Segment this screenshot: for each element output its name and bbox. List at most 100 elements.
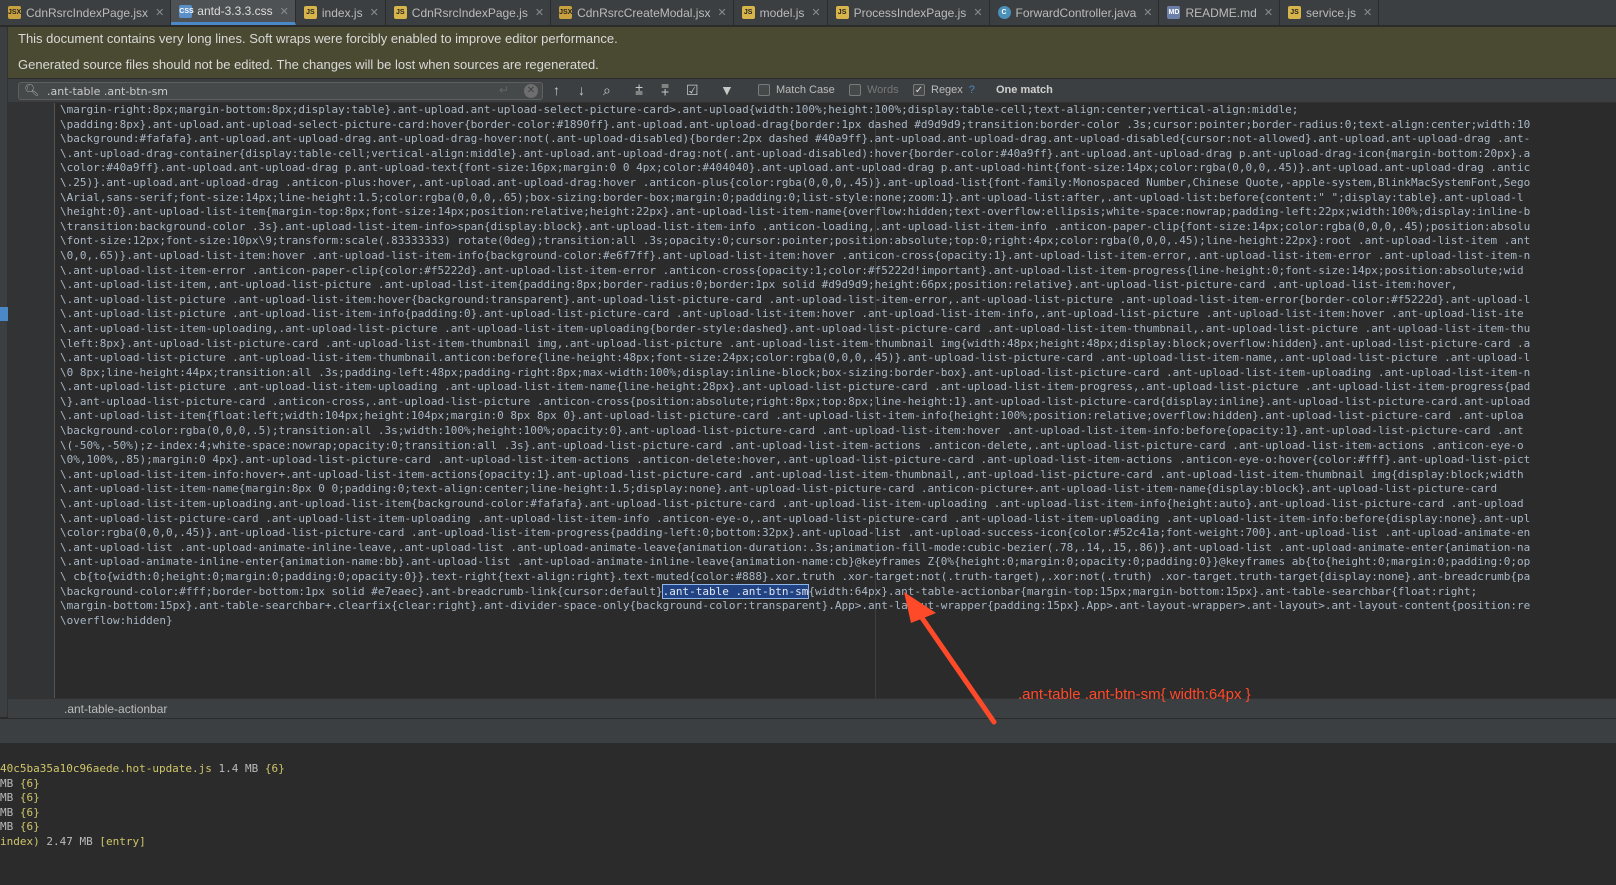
close-icon[interactable]: ✕ bbox=[370, 6, 379, 19]
code-line[interactable]: \.ant-upload-list-picture-card .ant-uplo… bbox=[60, 512, 1616, 527]
code-line[interactable]: \.ant-upload-list-item-uploading,.ant-up… bbox=[60, 322, 1616, 337]
add-selection-button[interactable]: ⩲ bbox=[635, 82, 643, 99]
code-line[interactable]: \padding:8px}.ant-upload.ant-upload-sele… bbox=[60, 118, 1616, 133]
tab-8[interactable]: MD README.md ✕ bbox=[1159, 0, 1281, 25]
breadcrumb[interactable]: .ant-table-actionbar bbox=[64, 702, 167, 716]
words-checkbox[interactable]: Words bbox=[849, 84, 899, 96]
filter-icon[interactable]: ▼ bbox=[720, 82, 734, 98]
code-line[interactable]: \background:#fafafa}.ant-upload.ant-uplo… bbox=[60, 132, 1616, 147]
code-line-text: \background-color:rgba(0,0,0,.5);transit… bbox=[60, 424, 1524, 438]
tab-0[interactable]: JSX CdnRsrcIndexPage.jsx ✕ bbox=[0, 0, 172, 25]
tab-5[interactable]: JS model.js ✕ bbox=[734, 0, 828, 25]
code-line[interactable]: \margin-bottom:15px}.ant-table-searchbar… bbox=[60, 599, 1616, 614]
code-line[interactable]: \0 8px;line-height:44px;transition:all .… bbox=[60, 366, 1616, 381]
regex-checkbox[interactable]: ✓ Regex ? bbox=[913, 84, 975, 96]
code-line[interactable]: \(-50%,-50%);z-index:4;white-space:nowra… bbox=[60, 439, 1616, 454]
close-icon[interactable]: ✕ bbox=[1363, 6, 1372, 19]
close-icon[interactable]: ✕ bbox=[973, 6, 982, 19]
code-line-text: \margin-right:8px;margin-bottom:8px;disp… bbox=[60, 103, 1299, 116]
code-line-text: \background:#fafafa}.ant-upload.ant-uplo… bbox=[60, 132, 1531, 146]
code-line-text: \background-color:#fff;border-bottom:1px… bbox=[60, 584, 663, 598]
search-match-highlight[interactable]: .ant-table .ant-btn-sm bbox=[661, 583, 810, 599]
code-line[interactable]: \.ant-upload-list-item-name{margin:8px 0… bbox=[60, 482, 1616, 497]
code-line[interactable]: \.ant-upload-list-item-info:hover+.ant-u… bbox=[60, 468, 1616, 483]
code-line[interactable]: \color:#40a9ff}.ant-upload.ant-upload-dr… bbox=[60, 161, 1616, 176]
clear-search-icon[interactable]: ✕ bbox=[524, 84, 538, 98]
words-box[interactable] bbox=[849, 84, 861, 96]
code-line[interactable]: \color:rgba(0,0,0,.45)}.ant-upload-list-… bbox=[60, 526, 1616, 541]
find-all-button[interactable]: ⌕ bbox=[603, 82, 611, 99]
code-line-text: \.ant-upload-list .ant-upload-animate-in… bbox=[60, 540, 1531, 554]
code-line[interactable]: \}.ant-upload-list-picture-card .anticon… bbox=[60, 395, 1616, 410]
asset-size: 2.47 MB bbox=[46, 834, 93, 848]
code-line-text: \.ant-upload-list-picture-card .ant-uplo… bbox=[60, 511, 1531, 525]
code-line[interactable]: \.ant-upload-list .ant-upload-animate-in… bbox=[60, 541, 1616, 556]
code-line[interactable]: \.ant-upload-list-picture .ant-upload-li… bbox=[60, 307, 1616, 322]
asset-size: MB bbox=[0, 791, 14, 805]
code-line[interactable]: \.25)}.ant-upload.ant-upload-drag .antic… bbox=[60, 176, 1616, 191]
code-line[interactable]: \.ant-upload-animate-inline-enter{animat… bbox=[60, 555, 1616, 570]
code-line[interactable]: \0%,100%,.85);margin:0 4px}.ant-upload-l… bbox=[60, 453, 1616, 468]
close-icon[interactable]: ✕ bbox=[1143, 6, 1152, 19]
tab-6[interactable]: JS ProcessIndexPage.js ✕ bbox=[828, 0, 990, 25]
code-line-text: \0,0,.65)}.ant-upload-list-item:hover .a… bbox=[60, 248, 1531, 262]
code-line[interactable]: \.ant-upload-list-item-uploading.ant-upl… bbox=[60, 497, 1616, 512]
search-input[interactable]: 🔍︎ .ant-table .ant-btn-sm ↵ ✕ bbox=[18, 82, 543, 100]
css-file-icon: CSS bbox=[179, 4, 194, 18]
code-line[interactable]: \.ant-upload-list-item{float:left;width:… bbox=[60, 409, 1616, 424]
code-line[interactable]: \left:8px}.ant-upload-list-picture-card … bbox=[60, 337, 1616, 352]
match-line-tail: .ant-table-actionbar{margin-top:15px;mar… bbox=[887, 584, 1478, 598]
close-icon[interactable]: ✕ bbox=[155, 6, 164, 19]
close-icon[interactable]: ✕ bbox=[280, 5, 289, 18]
asset-name: index) bbox=[0, 834, 40, 848]
tab-label: ForwardController.java bbox=[1015, 5, 1137, 20]
select-all-occurrences-button[interactable]: ☑ bbox=[686, 82, 699, 99]
code-line[interactable]: \0,0,.65)}.ant-upload-list-item:hover .a… bbox=[60, 249, 1616, 264]
close-icon[interactable]: ✕ bbox=[535, 6, 544, 19]
terminal-output[interactable]: 40c5ba35a10c96aede.hot-update.js 1.4 MB … bbox=[0, 744, 1616, 885]
regex-checked-box[interactable]: ✓ bbox=[913, 84, 925, 96]
tab-1[interactable]: CSS antd-3.3.3.css ✕ bbox=[171, 0, 296, 25]
code-line[interactable]: \transition:background-color .3s}.ant-up… bbox=[60, 220, 1616, 235]
close-icon[interactable]: ✕ bbox=[811, 6, 820, 19]
regex-help-link[interactable]: ? bbox=[969, 84, 975, 96]
code-line[interactable]: \.ant-upload-list-picture .ant-upload-li… bbox=[60, 380, 1616, 395]
match-rule-body: {width:64px} bbox=[808, 584, 888, 598]
next-occurrence-button[interactable]: ↓ bbox=[578, 82, 585, 98]
close-icon[interactable]: ✕ bbox=[717, 6, 726, 19]
match-case-box[interactable] bbox=[758, 84, 770, 96]
chunk-tag: {6} bbox=[19, 820, 40, 834]
tab-3[interactable]: JS CdnRsrcIndexPage.js ✕ bbox=[386, 0, 552, 25]
code-line[interactable]: \.ant-upload-drag-container{display:tabl… bbox=[60, 147, 1616, 162]
code-area[interactable]: \margin-right:8px;margin-bottom:8px;disp… bbox=[60, 103, 1616, 698]
code-line[interactable]: \.ant-upload-list-picture .ant-upload-li… bbox=[60, 293, 1616, 308]
code-line[interactable]: \overflow:hidden} bbox=[60, 614, 1616, 629]
jsx-file-icon: JSX bbox=[8, 6, 21, 19]
code-line-text: \0%,100%,.85);margin:0 4px}.ant-upload-l… bbox=[60, 453, 1531, 467]
unselect-occurrence-button[interactable]: ⩱ bbox=[661, 82, 669, 99]
annotation-label: .ant-table .ant-btn-sm{ width:64px } bbox=[1018, 686, 1251, 703]
code-line[interactable]: \.ant-upload-list-picture .ant-upload-li… bbox=[60, 351, 1616, 366]
tab-label: CdnRsrcIndexPage.js bbox=[411, 5, 528, 20]
search-query[interactable]: .ant-table .ant-btn-sm bbox=[47, 85, 168, 98]
code-line[interactable]: \.ant-upload-list-item,.ant-upload-list-… bbox=[60, 278, 1616, 293]
code-line[interactable]: \height:0}.ant-upload-list-item{margin-t… bbox=[60, 205, 1616, 220]
match-case-checkbox[interactable]: Match Case bbox=[758, 84, 835, 96]
code-line[interactable]: \.ant-upload-list-item-error .anticon-pa… bbox=[60, 264, 1616, 279]
terminal-line: MB {6} bbox=[0, 820, 1616, 835]
code-editor[interactable]: \margin-right:8px;margin-bottom:8px;disp… bbox=[8, 103, 1616, 698]
previous-occurrence-button[interactable]: ↑ bbox=[553, 82, 560, 98]
code-line[interactable]: \background-color:rgba(0,0,0,.5);transit… bbox=[60, 424, 1616, 439]
tab-9[interactable]: JS service.js ✕ bbox=[1280, 0, 1380, 25]
code-line[interactable]: \ cb{to{width:0;height:0;margin:0;paddin… bbox=[60, 570, 1616, 585]
tab-2[interactable]: JS index.js ✕ bbox=[296, 0, 386, 25]
match-case-label: Match Case bbox=[776, 84, 835, 96]
close-icon[interactable]: ✕ bbox=[1264, 6, 1273, 19]
tab-4[interactable]: JSX CdnRsrcCreateModal.jsx ✕ bbox=[551, 0, 734, 25]
code-line[interactable]: \Arial,sans-serif;font-size:14px;line-he… bbox=[60, 191, 1616, 206]
code-line[interactable]: \font-size:12px;font-size:10px\9;transfo… bbox=[60, 234, 1616, 249]
code-line[interactable]: \margin-right:8px;margin-bottom:8px;disp… bbox=[60, 103, 1616, 118]
tab-7[interactable]: C ForwardController.java ✕ bbox=[990, 0, 1160, 25]
search-icon[interactable]: 🔍︎ bbox=[24, 83, 39, 97]
code-line[interactable]: \background-color:#fff;border-bottom:1px… bbox=[60, 583, 1616, 600]
